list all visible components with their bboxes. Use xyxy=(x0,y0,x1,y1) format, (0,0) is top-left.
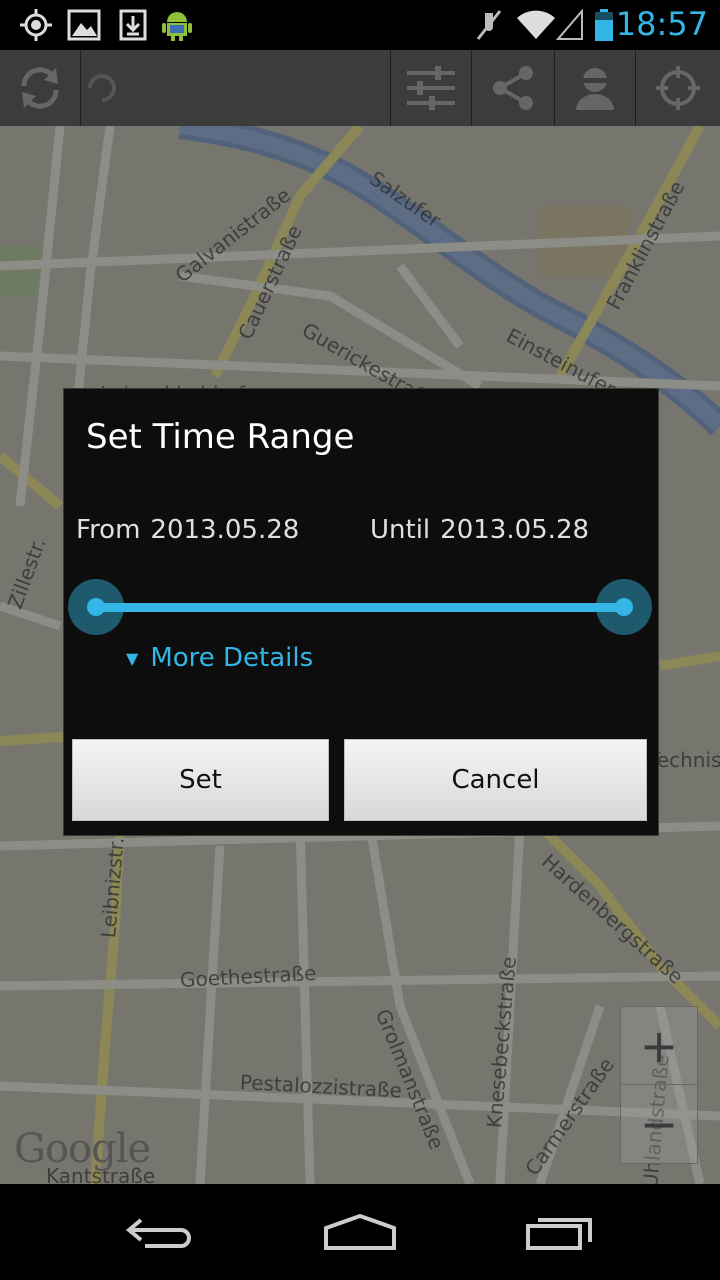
loading-spinner-icon xyxy=(82,50,122,126)
person-icon xyxy=(576,68,614,110)
share-icon xyxy=(493,66,533,110)
range-end-thumb[interactable] xyxy=(596,579,652,635)
range-start-thumb[interactable] xyxy=(68,579,124,635)
until-date: Until 2013.05.28 xyxy=(370,515,589,545)
android-icon xyxy=(160,8,194,42)
download-icon xyxy=(116,8,150,42)
back-icon xyxy=(125,1218,191,1248)
recents-button[interactable] xyxy=(500,1184,620,1280)
locate-button[interactable] xyxy=(636,50,720,126)
cancel-button[interactable]: Cancel xyxy=(344,739,647,821)
clock: 18:57 xyxy=(615,5,708,43)
image-icon xyxy=(66,8,102,42)
status-bar: 18:57 xyxy=(0,0,720,50)
range-slider-track[interactable] xyxy=(96,603,624,612)
expand-triangle-icon: ▼ xyxy=(126,648,139,668)
gps-icon xyxy=(18,8,54,42)
filter-button[interactable] xyxy=(391,50,471,126)
set-time-range-dialog: Set Time Range From 2013.05.28 Until 2013.… xyxy=(63,388,659,836)
from-label: From xyxy=(76,515,141,545)
set-button[interactable]: Set xyxy=(72,739,329,821)
recents-icon xyxy=(526,1218,592,1250)
battery-icon xyxy=(592,8,616,42)
from-value: 2013.05.28 xyxy=(150,515,300,545)
dialog-title: Set Time Range xyxy=(86,417,355,457)
back-button[interactable] xyxy=(100,1184,220,1280)
zoom-out-button[interactable]: − xyxy=(621,1085,697,1162)
locate-icon xyxy=(656,66,700,110)
wifi-icon xyxy=(514,8,558,42)
mute-icon xyxy=(474,8,504,42)
navigation-bar xyxy=(0,1184,720,1280)
signal-icon xyxy=(556,8,584,42)
zoom-control: + − xyxy=(620,1006,698,1164)
until-value: 2013.05.28 xyxy=(440,515,590,545)
until-label: Until xyxy=(370,515,431,545)
sliders-icon xyxy=(407,66,455,110)
account-button[interactable] xyxy=(555,50,635,126)
more-details-label: More Details xyxy=(150,643,314,673)
home-button[interactable] xyxy=(300,1184,420,1280)
home-icon xyxy=(324,1213,396,1250)
share-button[interactable] xyxy=(472,50,554,126)
action-bar xyxy=(0,50,720,126)
google-logo: Google xyxy=(14,1126,151,1172)
more-details-toggle[interactable]: ▼ More Details xyxy=(126,643,313,673)
refresh-icon xyxy=(21,67,59,109)
from-date: From 2013.05.28 xyxy=(76,515,299,545)
refresh-button[interactable] xyxy=(0,50,80,126)
zoom-in-button[interactable]: + xyxy=(621,1007,697,1085)
